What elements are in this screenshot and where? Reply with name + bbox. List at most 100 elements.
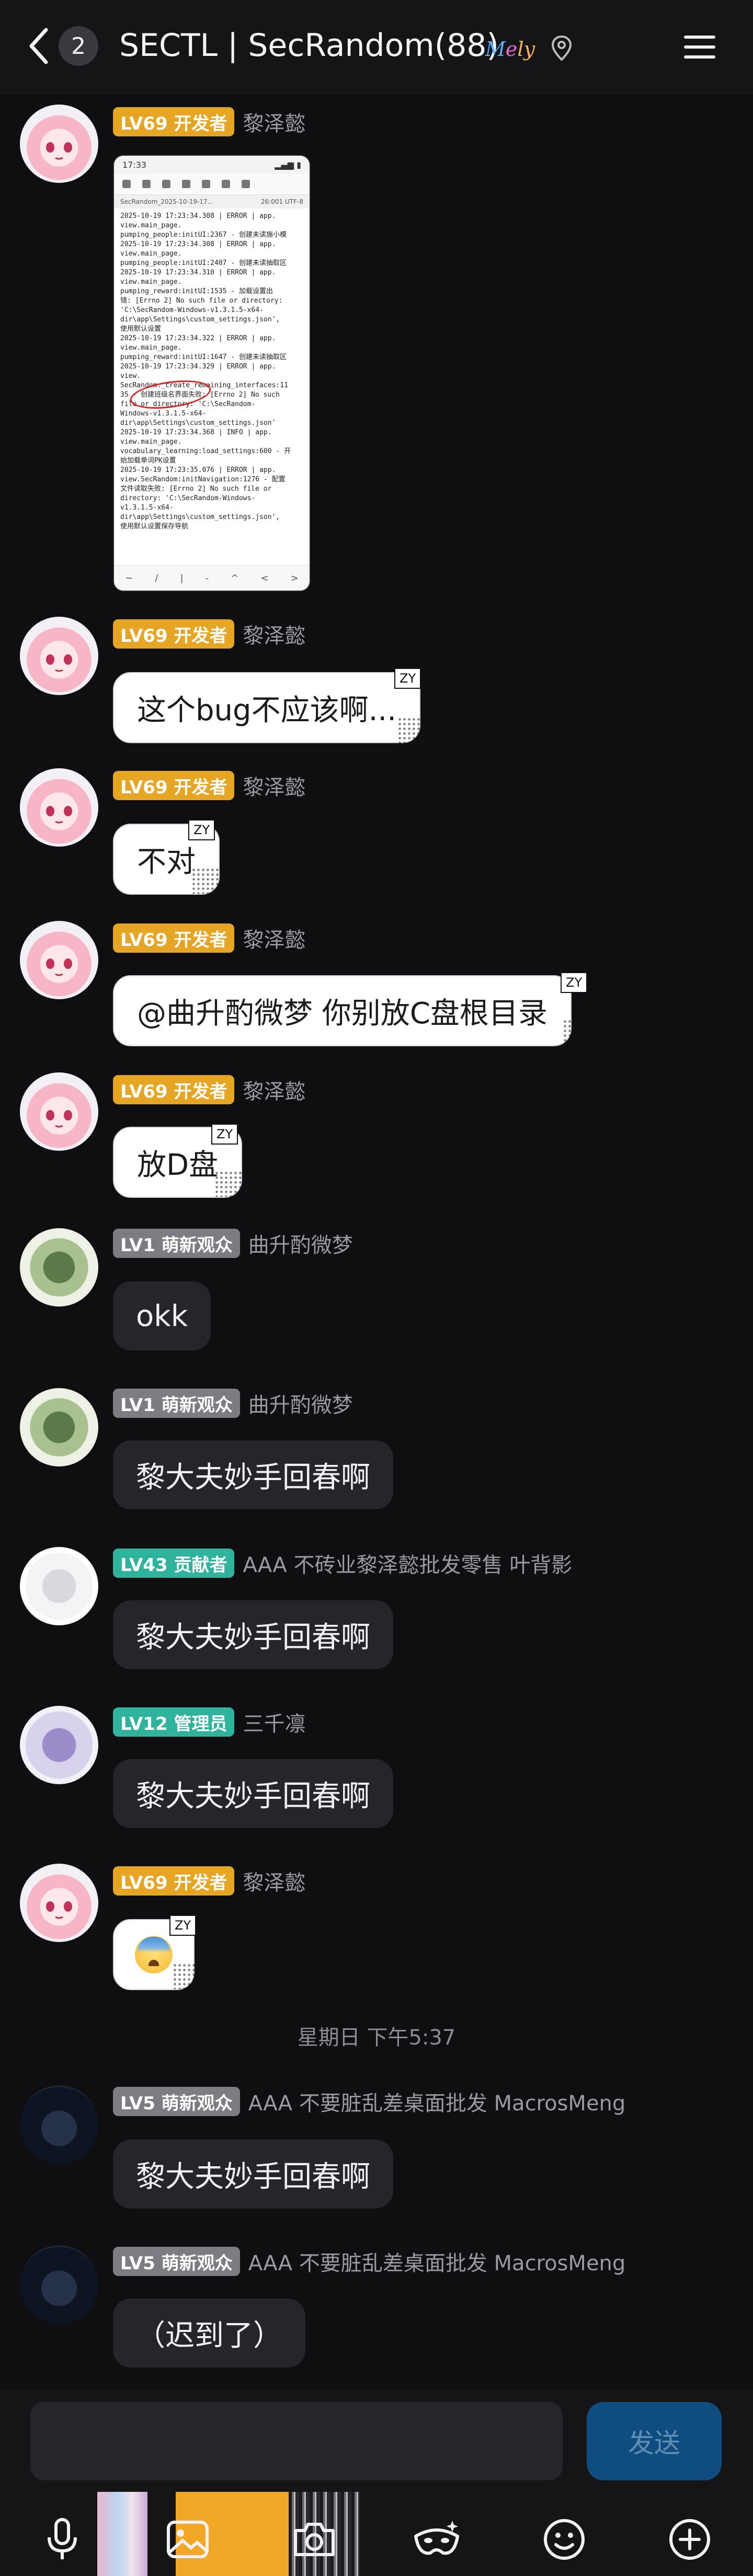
message-meta: LV5 萌新观众 AAA 不要脏乱差桌面批发 MacrosMeng: [113, 2086, 625, 2117]
location-pin-icon: [551, 35, 572, 61]
time-divider: 星期日 下午5:37: [297, 2026, 456, 2050]
mask-sticker-button[interactable]: [408, 2511, 465, 2568]
level-badge: LV69 开发者: [113, 619, 235, 649]
chevron-left-icon: [29, 28, 48, 64]
message-bubble[interactable]: 这个bug不应该啊...: [113, 672, 420, 743]
sender-name[interactable]: 黎泽懿: [243, 923, 305, 953]
voice-button[interactable]: [33, 2511, 91, 2568]
bubble-halftone-decoration: [563, 1019, 599, 1045]
back-button[interactable]: [23, 21, 54, 71]
more-button[interactable]: [661, 2511, 718, 2568]
sender-name[interactable]: AAA 不砖业黎泽懿批发零售 叶背影: [243, 1548, 572, 1578]
microphone-icon: [48, 2518, 77, 2559]
message-meta: LV69 开发者 黎泽懿: [113, 770, 305, 801]
anime-face-icon: [46, 958, 72, 976]
avatar[interactable]: [20, 1547, 98, 1625]
screenshot-status-bar: 17:33 ▂▄▆ ▮: [114, 156, 310, 174]
anime-face-icon: [46, 654, 72, 672]
bubble-halftone-decoration: [214, 1171, 251, 1197]
message-meta: LV69 开发者 黎泽懿: [113, 107, 305, 137]
unread-count-badge[interactable]: 2: [59, 26, 98, 66]
level-badge: LV43 贡献者: [113, 1549, 235, 1578]
hamburger-menu-icon: [684, 36, 715, 59]
media-preview-strip: [97, 2492, 147, 2576]
image-icon: [167, 2521, 209, 2558]
message-bubble[interactable]: 黎大夫妙手回春啊: [113, 1600, 393, 1669]
sender-name[interactable]: 曲升酌微梦: [248, 1388, 353, 1418]
log-text: 2025-10-19 17:23:34.308 | ERROR | app. v…: [120, 212, 291, 530]
avatar[interactable]: [20, 1228, 98, 1307]
camera-button[interactable]: [286, 2511, 343, 2568]
avatar[interactable]: [20, 1864, 98, 1942]
message-meta: LV12 管理员 三千凛: [113, 1707, 305, 1737]
sender-name[interactable]: 三千凛: [243, 1707, 305, 1737]
avatar[interactable]: [20, 921, 98, 999]
message-bubble[interactable]: 黎大夫妙手回春啊: [113, 1440, 393, 1509]
avatar[interactable]: [20, 1072, 98, 1151]
avatar[interactable]: [20, 2245, 98, 2324]
message-text: 黎大夫妙手回春啊: [136, 1779, 370, 1813]
bubble-tag: ZY: [394, 668, 421, 689]
message-text: 黎大夫妙手回春啊: [136, 2159, 370, 2194]
message-bubble[interactable]: （迟到了）: [113, 2298, 305, 2367]
message-meta: LV43 贡献者 AAA 不砖业黎泽懿批发零售 叶背影: [113, 1548, 572, 1578]
sender-name[interactable]: AAA 不要脏乱差桌面批发 MacrosMeng: [248, 2246, 626, 2277]
sender-name[interactable]: 黎泽懿: [243, 770, 305, 801]
sender-name[interactable]: 黎泽懿: [243, 619, 305, 649]
sender-name[interactable]: AAA 不要脏乱差桌面批发 MacrosMeng: [248, 2086, 626, 2117]
message-input[interactable]: [30, 2402, 563, 2480]
avatar[interactable]: [20, 1388, 98, 1466]
signal-icon: ▂▄▆ ▮: [275, 159, 301, 170]
composer-bar: 发送: [0, 2389, 753, 2576]
sender-name[interactable]: 黎泽懿: [243, 1075, 305, 1105]
avatar[interactable]: [20, 617, 98, 695]
sender-name[interactable]: 黎泽懿: [243, 107, 305, 137]
message-meta: LV69 开发者 黎泽懿: [113, 1866, 305, 1896]
avatar[interactable]: [20, 2085, 98, 2164]
bubble-tag: ZY: [211, 1124, 238, 1145]
level-badge: LV5 萌新观众: [113, 2247, 240, 2276]
image-button[interactable]: [159, 2511, 216, 2568]
anime-face-icon: [46, 1901, 72, 1919]
level-badge: LV69 开发者: [113, 923, 235, 953]
level-badge: LV69 开发者: [113, 1866, 235, 1896]
send-button[interactable]: 发送: [587, 2402, 722, 2480]
level-badge: LV12 管理员: [113, 1707, 235, 1737]
message-bubble[interactable]: okk: [113, 1281, 211, 1350]
avatar[interactable]: [20, 1706, 98, 1784]
screenshot-toolbar: [114, 174, 310, 195]
level-badge: LV69 开发者: [113, 771, 235, 800]
anime-face-icon: [46, 142, 72, 160]
chat-header: 2 SECTL | SecRandom(88) Me ly: [0, 0, 753, 94]
bubble-tag: ZY: [188, 819, 215, 840]
sender-name[interactable]: 曲升酌微梦: [248, 1228, 353, 1258]
avatar[interactable]: [20, 105, 98, 183]
plus-circle-icon: [669, 2519, 710, 2560]
bubble-halftone-decoration: [397, 717, 434, 743]
screenshot-key-row: ~ / | - ^ < >: [114, 565, 310, 591]
mask-sparkle-icon: [414, 2521, 459, 2555]
screenshot-tab-bar: SecRandom_2025-10-19-17... 26:001 UTF-8: [114, 195, 310, 209]
anxious-sweat-emoji-icon: [135, 1936, 173, 1973]
sender-name[interactable]: 黎泽懿: [243, 1866, 305, 1896]
menu-button[interactable]: [681, 28, 718, 66]
emoji-button[interactable]: [535, 2511, 593, 2568]
message-text: 这个bug不应该啊...: [137, 693, 396, 727]
message-bubble[interactable]: 黎大夫妙手回春啊: [113, 2140, 393, 2209]
image-attachment[interactable]: 17:33 ▂▄▆ ▮ SecRandom_2025-10-19-17... 2…: [113, 155, 311, 592]
chat-title[interactable]: SECTL | SecRandom(88): [119, 27, 499, 64]
bubble-tag: ZY: [169, 1915, 197, 1936]
bubble-tag: ZY: [561, 972, 588, 993]
message-bubble[interactable]: @曲升酌微梦 你别放C盘根目录: [113, 975, 572, 1046]
message-bubble[interactable]: 黎大夫妙手回春啊: [113, 1759, 393, 1828]
level-badge: LV69 开发者: [113, 107, 235, 136]
smiley-icon: [544, 2519, 585, 2560]
anime-face-icon: [46, 806, 72, 824]
message-text: 黎大夫妙手回春啊: [136, 1460, 370, 1495]
level-badge: LV69 开发者: [113, 1075, 235, 1104]
message-meta: LV5 萌新观众 AAA 不要脏乱差桌面批发 MacrosMeng: [113, 2246, 625, 2277]
avatar[interactable]: [20, 768, 98, 847]
anime-face-icon: [46, 1110, 72, 1128]
message-meta: LV1 萌新观众 曲升酌微梦: [113, 1388, 353, 1418]
level-badge: LV5 萌新观众: [113, 2087, 240, 2116]
